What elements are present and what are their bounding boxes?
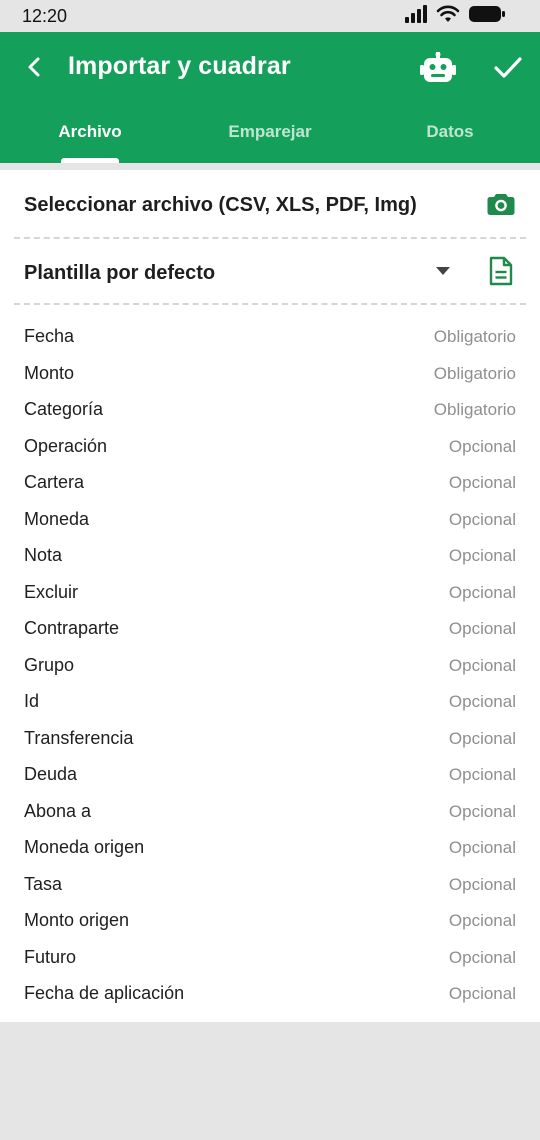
field-name: Categoría [24,399,104,419]
field-name: Id [24,691,40,711]
file-selector-label: Seleccionar archivo (CSV, XLS, PDF, Img) [24,194,417,216]
active-tab-indicator [61,158,119,163]
field-requirement: Opcional [448,911,516,930]
field-row: Transferencia Opcional [0,720,540,757]
field-row: Id Opcional [0,683,540,720]
template-row[interactable]: Plantilla por defecto [0,238,540,304]
tab-bar: Archivo Emparejar Datos [0,112,540,163]
field-name: Contraparte [24,618,120,638]
field-row: Monto origen Opcional [0,902,540,939]
field-requirement: Opcional [448,619,516,638]
camera-button[interactable] [485,188,517,220]
field-name: Moneda [24,508,90,529]
template-doc-button[interactable] [486,255,516,287]
wifi-icon [436,5,460,28]
field-row: Tasa Opcional [0,866,540,903]
field-row: Nota Opcional [0,537,540,574]
field-name: Transferencia [24,727,134,748]
field-name: Deuda [24,764,78,784]
confirm-button[interactable] [488,48,528,88]
field-requirement: Obligatorio [433,400,516,419]
content-card: Seleccionar archivo (CSV, XLS, PDF, Img)… [0,170,540,1022]
field-requirement: Opcional [448,765,516,784]
field-row: Categoría Obligatorio [0,391,540,428]
field-requirement: Opcional [448,874,516,894]
signal-icon [404,4,428,28]
field-requirement: Opcional [448,692,516,711]
field-row: Excluir Opcional [0,574,540,611]
field-requirement: Opcional [448,801,516,821]
field-requirement: Opcional [448,984,516,1003]
field-name: Monto origen [24,910,130,930]
tab-emparejar[interactable]: Emparejar [180,112,360,163]
field-requirement: Opcional [448,546,516,565]
field-name: Cartera [24,472,85,492]
field-row: Fecha de aplicación Opcional [0,975,540,1012]
field-name: Grupo [24,654,75,675]
robot-icon [420,52,456,82]
field-row: Fecha Obligatorio [0,318,540,355]
field-requirement: Opcional [448,436,516,456]
status-bar: 12:20 [0,0,540,32]
field-row: Deuda Opcional [0,756,540,793]
field-row: Cartera Opcional [0,464,540,501]
back-button[interactable] [18,50,52,84]
document-icon [489,256,513,286]
field-requirement: Obligatorio [433,327,516,346]
field-row: Moneda Opcional [0,501,540,538]
check-icon [494,57,522,78]
field-row: Abona a Opcional [0,793,540,830]
file-selector-row[interactable]: Seleccionar archivo (CSV, XLS, PDF, Img) [0,170,540,238]
field-requirement: Opcional [448,947,516,967]
template-label: Plantilla por defecto [24,262,216,284]
field-requirement: Obligatorio [433,363,516,383]
status-time: 12:20 [22,5,68,26]
field-name: Fecha de aplicación [24,983,185,1003]
field-requirement: Opcional [448,655,516,675]
field-name: Excluir [24,581,79,602]
field-name: Moneda origen [24,837,145,857]
tab-archivo[interactable]: Archivo [0,112,180,163]
app-bar-top-row: Importar y cuadrar [0,32,540,104]
field-row: Futuro Opcional [0,939,540,976]
caret-down-icon [436,267,450,275]
field-requirement: Opcional [448,473,516,492]
battery-icon [468,5,506,28]
app-bar: Importar y cuadrar Archivo Emparejar Dat… [0,32,540,163]
field-name: Monto [24,362,75,383]
field-name: Tasa [24,873,63,894]
template-dropdown[interactable] [433,264,453,278]
auto-match-button[interactable] [418,48,458,88]
field-row: Operación Opcional [0,428,540,465]
tab-datos[interactable]: Datos [360,112,540,163]
field-requirement: Opcional [448,582,516,602]
page-title: Importar y cuadrar [68,52,291,80]
field-row: Moneda origen Opcional [0,829,540,866]
field-requirement: Opcional [448,509,516,529]
field-row: Monto Obligatorio [0,355,540,392]
field-requirement: Opcional [448,838,516,857]
field-name: Futuro [24,946,77,967]
field-list: Fecha Obligatorio Monto Obligatorio Categorí… [0,318,540,1012]
field-name: Operación [24,435,108,456]
field-requirement: Opcional [448,728,516,748]
field-name: Fecha [24,326,75,346]
divider [14,303,526,305]
field-row: Grupo Opcional [0,647,540,684]
camera-icon [487,194,515,215]
chevron-left-icon [28,57,40,77]
field-name: Nota [24,545,63,565]
field-row: Contraparte Opcional [0,610,540,647]
system-icons [404,4,506,28]
field-name: Abona a [24,800,92,821]
